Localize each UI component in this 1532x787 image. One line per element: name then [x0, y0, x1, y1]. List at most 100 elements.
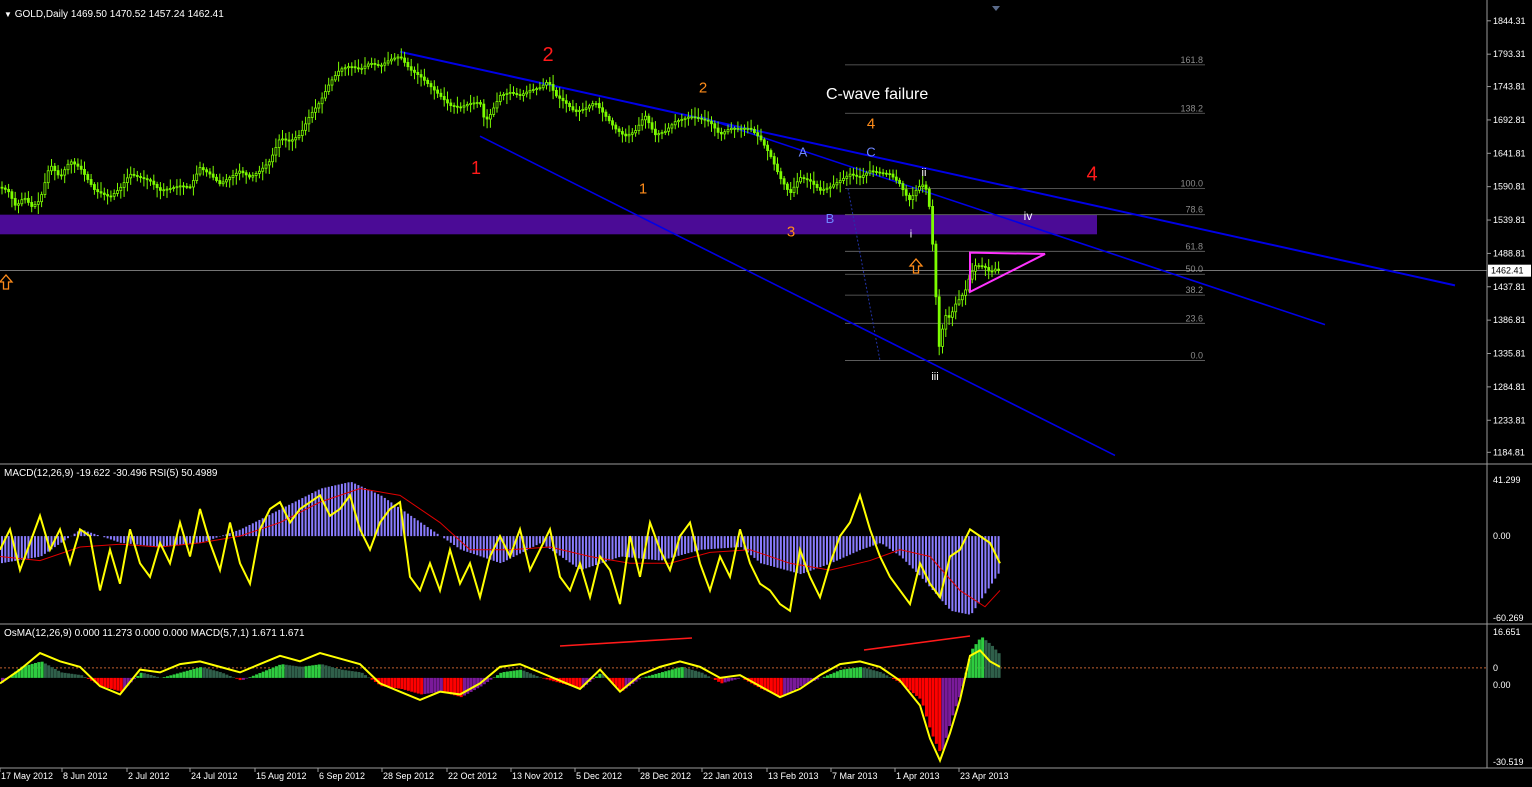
osma-bar — [786, 677, 790, 694]
header-dropdown-icon[interactable]: ▼ — [4, 10, 12, 19]
macd-hist-bar — [103, 536, 106, 538]
wave-label: ii — [922, 167, 927, 179]
osma-bar — [291, 665, 295, 678]
macd-hist-bar — [397, 506, 399, 537]
osma-bar — [776, 677, 780, 696]
candle-body — [26, 197, 30, 203]
candle-body — [772, 156, 776, 165]
macd-hist-bar — [212, 536, 215, 539]
macd-hist-bar — [248, 524, 251, 537]
osma-bar — [146, 674, 150, 678]
macd-hist-bar — [562, 536, 564, 558]
fib-level-label: 23.6 — [1185, 313, 1203, 323]
wave-label: C-wave failure — [826, 86, 928, 103]
osma-bar — [882, 673, 886, 678]
candle-body — [155, 183, 159, 189]
macd-hist-bar — [73, 533, 76, 537]
fib-level-label: 161.8 — [1180, 55, 1203, 65]
osma-bar — [535, 676, 539, 678]
candle-body — [838, 180, 842, 184]
wave-label: 3 — [787, 223, 795, 240]
macd-hist-bar — [116, 536, 119, 542]
osma-bar — [70, 673, 74, 678]
macd-hist-bar — [931, 536, 934, 591]
candle-body — [502, 94, 506, 96]
candle-body — [611, 120, 614, 126]
candle-body — [786, 183, 789, 190]
macd-rsi-panel — [0, 482, 1001, 615]
osma-bar — [690, 669, 694, 678]
wave-label: 1 — [639, 181, 647, 198]
wave-label: B — [826, 211, 835, 226]
candle-body — [779, 171, 783, 180]
macd-hist-bar — [166, 536, 168, 547]
candle-body — [868, 170, 872, 174]
candle-body — [168, 188, 172, 190]
osma-bar — [925, 677, 928, 717]
candle-body — [515, 93, 519, 95]
candle-body — [881, 172, 885, 175]
macd-hist-bar — [142, 536, 145, 546]
macd-hist-bar — [687, 536, 690, 554]
candle-body — [102, 192, 106, 195]
x-tick-label: 28 Dec 2012 — [640, 771, 691, 781]
candle-body — [551, 84, 555, 91]
macd-hist-bar — [195, 536, 198, 544]
candle-body — [670, 124, 674, 129]
macd-hist-bar — [43, 536, 46, 554]
osma-bar — [410, 677, 414, 692]
macd-hist-bar — [482, 536, 485, 558]
candle-body — [244, 172, 248, 176]
candle-body — [20, 199, 24, 205]
wave-label: 4 — [1086, 164, 1097, 186]
osma-bar — [773, 677, 777, 695]
candle-body — [320, 97, 324, 105]
symbol-header: ▼ GOLD,Daily 1469.50 1470.52 1457.24 146… — [4, 9, 224, 20]
osma-bar — [938, 677, 942, 752]
candle-body — [96, 189, 100, 193]
osma-bar — [499, 672, 503, 678]
osma-bar — [301, 666, 305, 678]
candle-body — [119, 186, 123, 192]
candle-body — [637, 124, 641, 132]
candle-body — [327, 84, 331, 92]
x-tick-label: 28 Sep 2012 — [383, 771, 434, 781]
candle-body — [924, 184, 928, 190]
candle-body — [756, 132, 760, 137]
candle-body — [805, 178, 809, 181]
osma-bar — [944, 677, 948, 738]
macd-hist-bar — [604, 536, 607, 562]
macd-hist-bar — [367, 489, 370, 537]
macd-hist-bar — [307, 494, 310, 537]
osma-bar — [430, 677, 433, 694]
candle-body — [310, 111, 314, 118]
macd-hist-bar — [7, 536, 10, 562]
candle-body — [122, 182, 126, 188]
x-tick-label: 23 Apr 2013 — [960, 771, 1009, 781]
candle-body — [492, 107, 496, 115]
price-panel: 161.8 138.2 100.0 78.6 61.8 50.0 38.2 23.6 0.0 C-… — [0, 44, 1487, 457]
candle-body — [195, 173, 199, 181]
osma-bar — [667, 670, 671, 678]
candle-body — [654, 128, 657, 136]
osma-bar — [337, 668, 341, 678]
macd-hist-bar — [344, 483, 347, 537]
macd-hist-bar — [621, 536, 624, 557]
x-tick-label: 15 Aug 2012 — [256, 771, 307, 781]
candle-body — [50, 165, 53, 172]
x-tick-label: 6 Sep 2012 — [319, 771, 365, 781]
macd-hist-bar — [608, 536, 611, 561]
macd-hist-bar — [641, 536, 644, 559]
osma-bar — [212, 670, 216, 678]
osma-bar — [27, 664, 31, 678]
macd-hist-bar — [591, 536, 594, 567]
macd-hist-bar — [301, 498, 304, 537]
candle-body — [799, 177, 802, 183]
candle-body — [449, 102, 453, 106]
candle-body — [201, 167, 205, 171]
osma-y-tick-label: 0 — [1493, 663, 1498, 673]
candle-body — [835, 182, 839, 186]
macd-hist-bar — [934, 536, 937, 594]
macd-hist-bar — [20, 536, 23, 560]
scroll-marker-icon — [992, 6, 1000, 11]
